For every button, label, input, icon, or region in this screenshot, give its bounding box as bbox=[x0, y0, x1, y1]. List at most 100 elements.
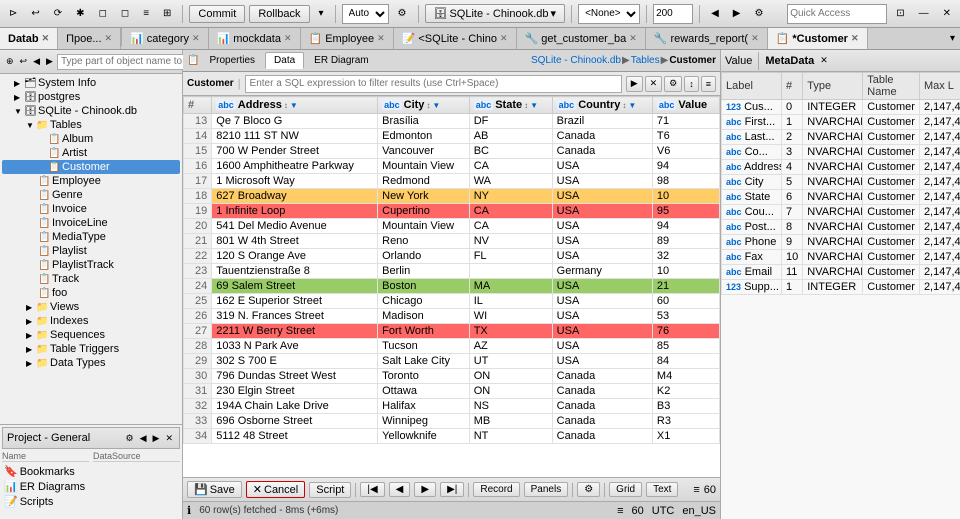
project-btn-3[interactable]: ▶ bbox=[151, 432, 162, 445]
cell-value[interactable]: 53 bbox=[652, 309, 719, 324]
tree-item-album[interactable]: 📋 Album bbox=[2, 132, 180, 146]
toolbar-btn-6[interactable]: ◻ bbox=[116, 5, 134, 22]
tab-proj[interactable]: Прое... ✕ bbox=[58, 28, 121, 49]
table-row[interactable]: 20541 Del Medio AvenueMountain ViewCAUSA… bbox=[184, 219, 720, 234]
cancel-button[interactable]: ✕ Cancel bbox=[246, 481, 305, 498]
cell-value[interactable]: R3 bbox=[652, 414, 719, 429]
col-header-country[interactable]: abc Country ↕ ▼ bbox=[552, 97, 652, 114]
cell-country[interactable]: Canada bbox=[552, 369, 652, 384]
grid-container[interactable]: # abc Address ↕ ▼ bbox=[183, 96, 720, 477]
cell-address[interactable]: 700 W Pender Street bbox=[212, 144, 378, 159]
meta-row[interactable]: abc Phone9NVARCHARCustomer2,147,483 bbox=[722, 235, 960, 250]
cell-country[interactable]: USA bbox=[552, 174, 652, 189]
tree-item-invoiceline[interactable]: 📋 InvoiceLine bbox=[2, 216, 180, 230]
cell-country[interactable]: USA bbox=[552, 189, 652, 204]
cell-value[interactable]: 10 bbox=[652, 264, 719, 279]
table-row[interactable]: 15700 W Pender StreetVancouverBCCanadaV6 bbox=[184, 144, 720, 159]
cell-city[interactable]: Tucson bbox=[378, 339, 470, 354]
cell-value[interactable]: 94 bbox=[652, 219, 719, 234]
project-item-scripts[interactable]: 📝 Scripts bbox=[2, 494, 89, 509]
tree-item-postgres[interactable]: ▶ 🗄 postgres bbox=[2, 90, 180, 104]
auto-select[interactable]: Auto bbox=[342, 4, 389, 24]
toolbar-btn-3[interactable]: ⟳ bbox=[49, 5, 67, 22]
table-row[interactable]: 33696 Osborne StreetWinnipegMBCanadaR3 bbox=[184, 414, 720, 429]
toolbar-btn-1[interactable]: ⊳ bbox=[4, 5, 22, 22]
cell-city[interactable]: Toronto bbox=[378, 369, 470, 384]
cell-value[interactable]: T6 bbox=[652, 129, 719, 144]
tab-category-close[interactable]: ✕ bbox=[192, 33, 200, 44]
table-row[interactable]: 2469 Salem StreetBostonMAUSA21 bbox=[184, 279, 720, 294]
cell-address[interactable]: 2211 W Berry Street bbox=[212, 324, 378, 339]
tab-get-customer[interactable]: 🔧 get_customer_ba ✕ bbox=[517, 28, 646, 49]
tab-category[interactable]: 📊 category ✕ bbox=[122, 28, 208, 49]
left-btn-3[interactable]: ◀ bbox=[31, 55, 42, 68]
cell-value[interactable]: 84 bbox=[652, 354, 719, 369]
meta-row[interactable]: abc City5NVARCHARCustomer2,147,483 bbox=[722, 175, 960, 190]
tab-customer[interactable]: 📋 *Customer ✕ bbox=[768, 28, 868, 49]
meta-row[interactable]: abc Fax10NVARCHARCustomer2,147,483 bbox=[722, 250, 960, 265]
cell-city[interactable]: Redmond bbox=[378, 174, 470, 189]
cell-address[interactable]: 796 Dundas Street West bbox=[212, 369, 378, 384]
quick-access-input[interactable] bbox=[787, 4, 887, 24]
cell-state[interactable]: ON bbox=[469, 369, 552, 384]
project-item-bookmarks[interactable]: 🔖 Bookmarks bbox=[2, 464, 89, 479]
tree-item-sqlite[interactable]: ▼ 🗄 SQLite - Chinook.db bbox=[2, 104, 180, 118]
meta-row[interactable]: abc Co...3NVARCHARCustomer2,147,483 bbox=[722, 145, 960, 160]
cell-state[interactable]: ON bbox=[469, 384, 552, 399]
cell-address[interactable]: 162 E Superior Street bbox=[212, 294, 378, 309]
cell-address[interactable]: 5112 48 Street bbox=[212, 429, 378, 444]
cell-value[interactable]: 60 bbox=[652, 294, 719, 309]
cell-address[interactable]: 8210 111 ST NW bbox=[212, 129, 378, 144]
cell-value[interactable]: 76 bbox=[652, 324, 719, 339]
filter-clear-btn[interactable]: ✕ bbox=[645, 76, 663, 92]
table-row[interactable]: 32194A Chain Lake DriveHalifaxNSCanadaB3 bbox=[184, 399, 720, 414]
nav-last-btn[interactable]: ▶| bbox=[440, 482, 464, 497]
filter-sort-btn[interactable]: ↕ bbox=[684, 76, 699, 92]
cell-country[interactable]: Germany bbox=[552, 264, 652, 279]
cell-state[interactable]: AZ bbox=[469, 339, 552, 354]
none-select[interactable]: <None> bbox=[578, 4, 640, 24]
cell-value[interactable]: M4 bbox=[652, 369, 719, 384]
cell-city[interactable]: New York bbox=[378, 189, 470, 204]
tab-proj-close[interactable]: ✕ bbox=[105, 33, 113, 44]
cell-city[interactable]: Salt Lake City bbox=[378, 354, 470, 369]
table-row[interactable]: 31230 Elgin StreetOttawaONCanadaK2 bbox=[184, 384, 720, 399]
cell-value[interactable]: 89 bbox=[652, 234, 719, 249]
cell-city[interactable]: Berlin bbox=[378, 264, 470, 279]
left-btn-4[interactable]: ▶ bbox=[44, 55, 55, 68]
tab-sqlite-chino-close[interactable]: ✕ bbox=[500, 33, 508, 44]
project-btn-2[interactable]: ◀ bbox=[138, 432, 149, 445]
cell-country[interactable]: Canada bbox=[552, 129, 652, 144]
cell-city[interactable]: Edmonton bbox=[378, 129, 470, 144]
tab-sqlite-chino[interactable]: 📝 <SQLite - Chino ✕ bbox=[394, 28, 517, 49]
cell-country[interactable]: Canada bbox=[552, 414, 652, 429]
cell-city[interactable]: Winnipeg bbox=[378, 414, 470, 429]
cell-address[interactable]: 1 Infinite Loop bbox=[212, 204, 378, 219]
cell-address[interactable]: 319 N. Frances Street bbox=[212, 309, 378, 324]
tab-datab[interactable]: Datab ✕ bbox=[0, 28, 58, 49]
tab-rewards[interactable]: 🔧 rewards_report( ✕ bbox=[646, 28, 768, 49]
cell-address[interactable]: 302 S 700 E bbox=[212, 354, 378, 369]
cell-country[interactable]: USA bbox=[552, 204, 652, 219]
tree-item-mediatype[interactable]: 📋 MediaType bbox=[2, 230, 180, 244]
filter-icon-address[interactable]: ▼ bbox=[290, 101, 298, 110]
toolbar-btn-15[interactable]: ✕ bbox=[938, 5, 956, 22]
nav-first-btn[interactable]: |◀ bbox=[360, 482, 384, 497]
toolbar-btn-14[interactable]: — bbox=[914, 5, 934, 22]
grid-button[interactable]: Grid bbox=[609, 482, 642, 497]
tree-item-tables[interactable]: ▼ 📁 Tables bbox=[2, 118, 180, 132]
cell-city[interactable]: Yellowknife bbox=[378, 429, 470, 444]
toolbar-btn-12[interactable]: ⚙ bbox=[749, 5, 768, 22]
cell-city[interactable]: Orlando bbox=[378, 249, 470, 264]
tree-item-datatypes[interactable]: ▶ 📁 Data Types bbox=[2, 356, 180, 370]
toolbar-btn-11[interactable]: ▶ bbox=[728, 5, 746, 22]
tree-item-indexes[interactable]: ▶ 📁 Indexes bbox=[2, 314, 180, 328]
filter-options-btn[interactable]: ⚙ bbox=[664, 76, 682, 92]
tree-item-tabletriggers[interactable]: ▶ 📁 Table Triggers bbox=[2, 342, 180, 356]
table-row[interactable]: 171 Microsoft WayRedmondWAUSA98 bbox=[184, 174, 720, 189]
cell-city[interactable]: Vancouver bbox=[378, 144, 470, 159]
col-header-value[interactable]: abc Value bbox=[652, 97, 719, 114]
cell-state[interactable]: NS bbox=[469, 399, 552, 414]
toolbar-btn-7[interactable]: ≡ bbox=[138, 5, 154, 22]
cell-country[interactable]: USA bbox=[552, 279, 652, 294]
